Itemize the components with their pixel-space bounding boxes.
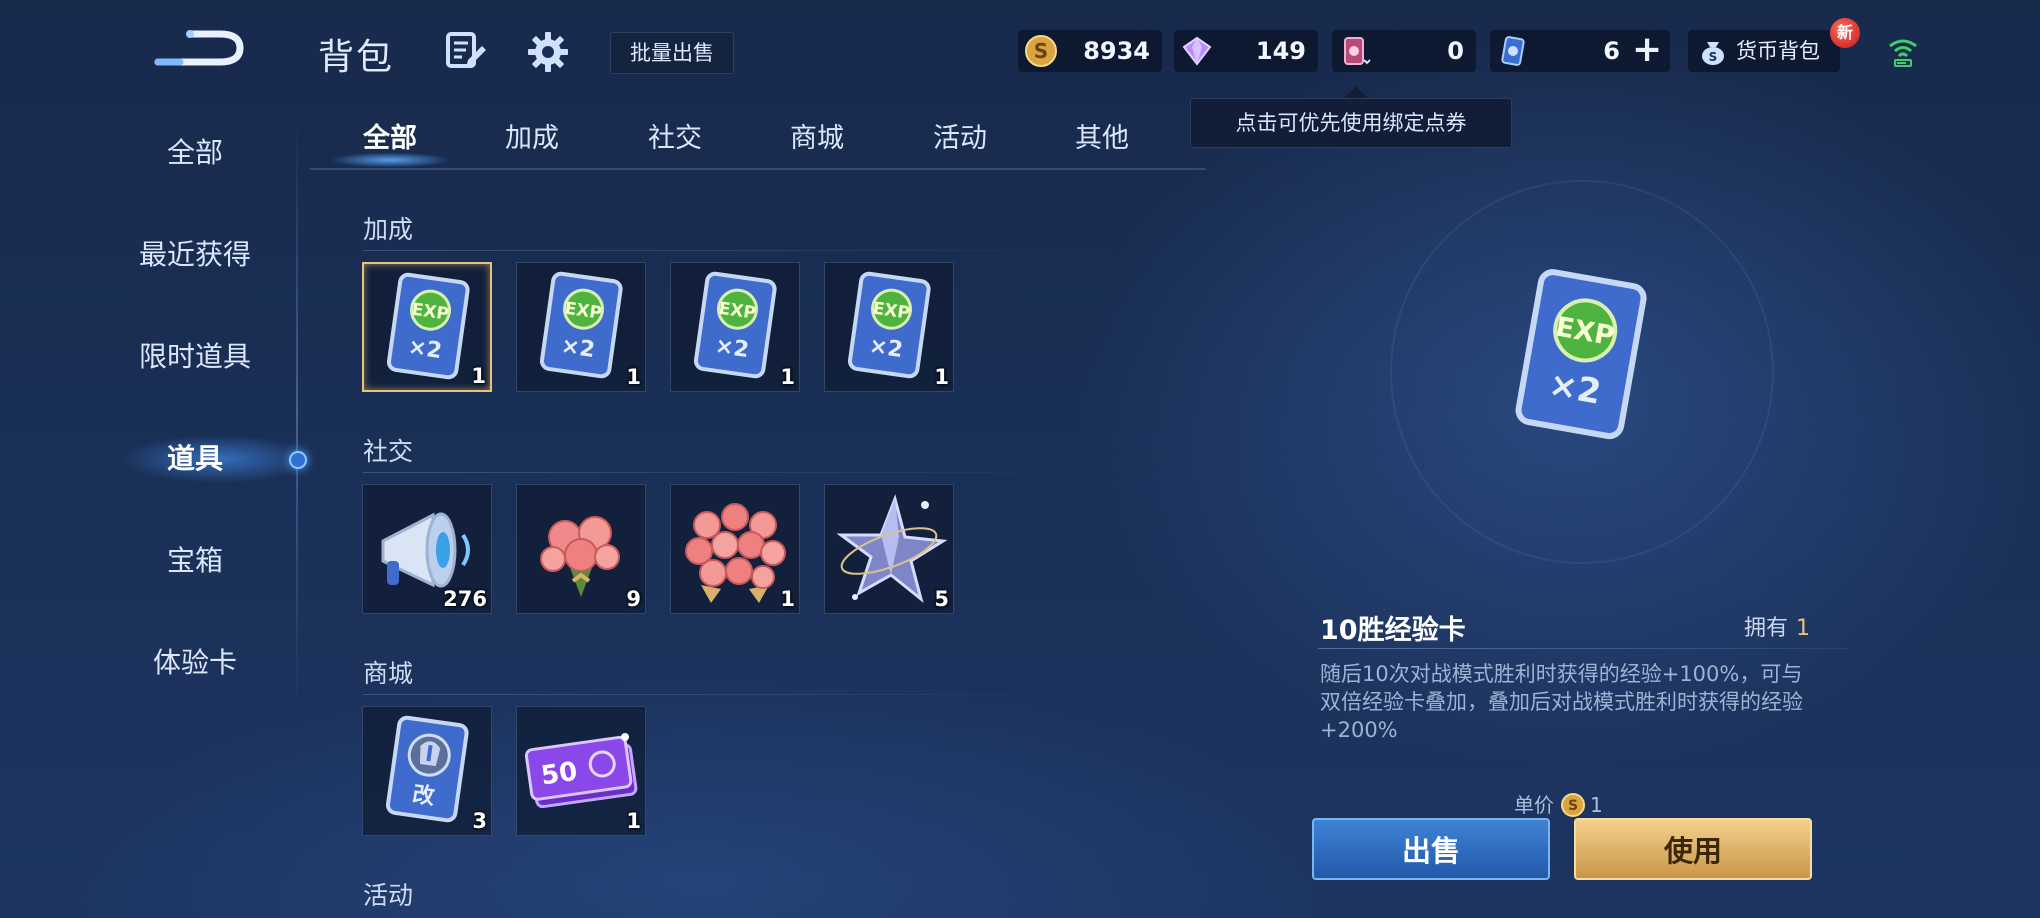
svg-text:S: S: [1568, 798, 1578, 814]
item-slot-rose-bouquet-large[interactable]: 1: [670, 484, 800, 614]
gold-coin-icon: S: [1025, 35, 1057, 67]
use-button[interactable]: 使用: [1574, 818, 1812, 880]
exp-card-icon: EXP ×2: [1515, 269, 1647, 440]
item-count: 1: [626, 365, 641, 389]
sidebar-item-recent[interactable]: 最近获得: [80, 225, 310, 285]
gear-icon[interactable]: [526, 30, 570, 74]
item-count: 1: [780, 587, 795, 611]
item-slot-coupon-50[interactable]: 50 1: [516, 706, 646, 836]
section-title-events: 活动: [363, 881, 414, 910]
item-count: 3: [472, 809, 487, 833]
point-voucher-amount: 6: [1603, 37, 1620, 65]
section-title-social: 社交: [363, 437, 414, 466]
item-count: 1: [934, 365, 949, 389]
section-divider: [363, 694, 1113, 695]
tab-other[interactable]: 其他: [1047, 116, 1157, 155]
owned-count: 拥有 1: [1744, 610, 1810, 642]
detail-divider: [1318, 648, 1850, 649]
currency-wallet-label: 货币背包: [1736, 39, 1820, 63]
unit-price-value: 1: [1590, 793, 1603, 817]
bound-voucher-balance[interactable]: 0: [1332, 30, 1476, 72]
sidebar-item-all[interactable]: 全部: [80, 123, 310, 183]
voucher-tooltip: 点击可优先使用绑定点券: [1190, 98, 1512, 148]
unit-price-label: 单价: [1514, 793, 1554, 817]
exp-card-multiplier: ×2: [407, 335, 444, 364]
section-divider: [363, 472, 1113, 473]
item-slot-star-charm[interactable]: 5: [824, 484, 954, 614]
sell-button[interactable]: 出售: [1312, 818, 1550, 880]
item-count: 5: [934, 587, 949, 611]
wifi-signal-icon: [1886, 34, 1920, 68]
sidebar-item-chests[interactable]: 宝箱: [80, 531, 310, 591]
svg-text:S: S: [1709, 50, 1718, 64]
bound-voucher-icon: [1344, 37, 1371, 65]
exp-card-multiplier: ×2: [868, 334, 905, 363]
exp-card-multiplier: ×2: [560, 334, 597, 363]
item-count: 276: [443, 587, 487, 611]
item-description: 随后10次对战模式胜利时获得的经验+100%，可与双倍经验卡叠加，叠加后对战模式…: [1320, 662, 1803, 742]
section-divider: [363, 250, 1113, 251]
bound-voucher-amount: 0: [1447, 37, 1464, 65]
tab-mall[interactable]: 商城: [762, 116, 872, 155]
tab-all[interactable]: 全部: [335, 116, 445, 155]
tooltip-arrow: [1344, 86, 1368, 98]
sidebar-item-trial-cards[interactable]: 体验卡: [80, 633, 310, 693]
money-bag-icon: S: [1702, 42, 1724, 65]
item-name: 10胜经验卡: [1320, 615, 1466, 646]
section-title-boost: 加成: [363, 215, 414, 244]
owned-number: 1: [1796, 616, 1811, 641]
item-count: 9: [626, 587, 641, 611]
gold-coin-balance: S 8934: [1018, 30, 1162, 72]
add-point-voucher-button[interactable]: +: [1632, 32, 1662, 68]
item-slot-rose-bouquet-small[interactable]: 9: [516, 484, 646, 614]
point-voucher-balance: 6 +: [1490, 30, 1670, 72]
section-title-mall: 商城: [363, 659, 414, 688]
item-slot-exp-card[interactable]: EXP ×2 1: [670, 262, 800, 392]
exp-card-multiplier: ×2: [714, 334, 751, 363]
new-badge: 新: [1830, 18, 1860, 48]
sidebar-item-props[interactable]: 道具: [80, 429, 310, 489]
item-slot-rename-card[interactable]: 改 3: [362, 706, 492, 836]
diamond-icon: [1182, 36, 1212, 66]
diamond-balance: 149: [1174, 30, 1318, 72]
tab-events[interactable]: 活动: [905, 116, 1015, 155]
tab-underline: [310, 168, 1206, 170]
currency-wallet-button[interactable]: S 货币背包: [1688, 30, 1840, 72]
diamond-amount: 149: [1255, 37, 1306, 65]
bulk-sell-button[interactable]: 批量出售: [610, 32, 734, 74]
item-count: 1: [471, 364, 486, 388]
back-button[interactable]: [150, 22, 250, 72]
item-count: 1: [626, 809, 641, 833]
sidebar-active-indicator: [289, 451, 307, 469]
item-count: 1: [780, 365, 795, 389]
back-arrow-icon: [154, 30, 244, 66]
coupon-value: 50: [539, 757, 579, 792]
gold-coin-amount: 8934: [1083, 37, 1150, 65]
item-slot-exp-card[interactable]: EXP ×2 1: [824, 262, 954, 392]
item-slot-exp-card[interactable]: EXP ×2 1: [516, 262, 646, 392]
tab-boost[interactable]: 加成: [477, 116, 587, 155]
point-voucher-icon: [1501, 36, 1525, 66]
unit-price: 单价 S 1: [1514, 790, 1603, 820]
gold-coin-icon: S: [1561, 792, 1585, 817]
item-slot-exp-card[interactable]: EXP ×2 1: [362, 262, 492, 392]
sidebar-divider: [296, 118, 298, 708]
detail-exp-card-image: EXP ×2: [1480, 260, 1680, 460]
tab-social[interactable]: 社交: [620, 116, 730, 155]
svg-text:S: S: [1034, 39, 1048, 63]
sidebar-item-limited[interactable]: 限时道具: [80, 327, 310, 387]
edit-note-icon[interactable]: [444, 30, 488, 74]
owned-label: 拥有: [1744, 616, 1789, 641]
page-title: 背包: [318, 37, 395, 78]
item-slot-megaphone[interactable]: 276: [362, 484, 492, 614]
